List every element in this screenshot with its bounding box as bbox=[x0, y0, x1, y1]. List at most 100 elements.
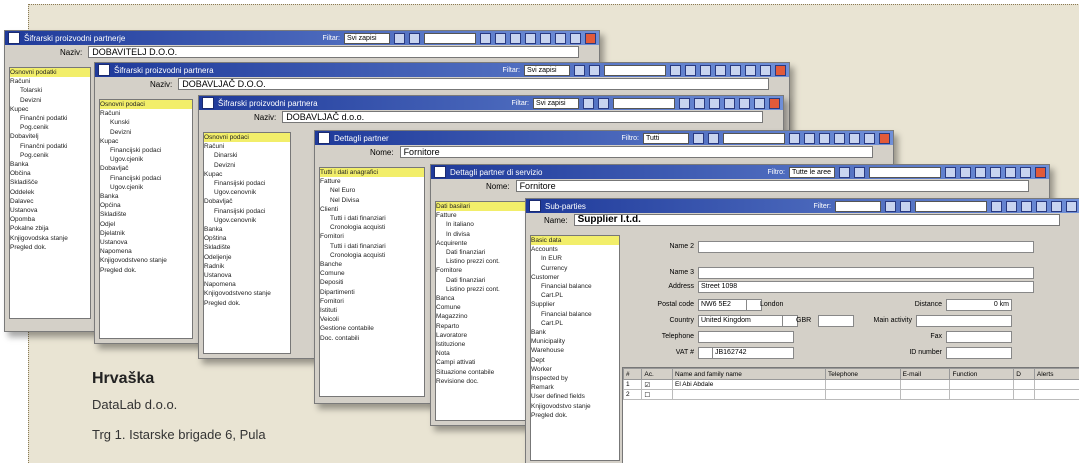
filter-select[interactable]: Svi zapisi bbox=[533, 98, 579, 109]
close-icon[interactable] bbox=[1035, 167, 1046, 178]
tree-item[interactable]: Pregled dok. bbox=[100, 266, 192, 275]
tree-item[interactable]: Customer bbox=[531, 273, 619, 282]
filter-select[interactable]: Tutti bbox=[643, 133, 689, 144]
country-code-field[interactable] bbox=[818, 315, 854, 327]
tree-item[interactable]: Acquirente bbox=[436, 239, 526, 248]
tree-item[interactable]: Campi attivati bbox=[436, 358, 526, 367]
tree-item[interactable]: Dati finanziari bbox=[436, 276, 526, 285]
nav-next-icon[interactable] bbox=[480, 33, 491, 44]
tree-item[interactable]: Skladište bbox=[204, 243, 290, 252]
nav-prev-icon[interactable] bbox=[854, 167, 865, 178]
tree-item[interactable]: Tolarski bbox=[10, 86, 90, 95]
tree-item[interactable]: Bank bbox=[531, 328, 619, 337]
contact-alerts[interactable] bbox=[1034, 380, 1079, 390]
tree-item[interactable]: Devizni bbox=[204, 161, 290, 170]
tree-item[interactable]: Dalavec bbox=[10, 197, 90, 206]
maximize-icon[interactable] bbox=[570, 33, 581, 44]
contact-email[interactable] bbox=[900, 390, 950, 400]
tree-item[interactable]: Pregled dok. bbox=[204, 299, 290, 308]
print-icon[interactable] bbox=[1036, 201, 1047, 212]
close-icon[interactable] bbox=[775, 65, 786, 76]
tree-item[interactable]: In EUR bbox=[531, 254, 619, 263]
print-icon[interactable] bbox=[834, 133, 845, 144]
tree-item[interactable]: Municipality bbox=[531, 337, 619, 346]
name-field[interactable]: Fornitore bbox=[516, 180, 1029, 192]
tree-item[interactable]: Dipartimenti bbox=[320, 288, 424, 297]
tree-item[interactable]: Warehouse bbox=[531, 346, 619, 355]
table-row[interactable]: 2 ☐ bbox=[624, 390, 1079, 400]
tree-item[interactable]: Računi bbox=[100, 109, 192, 118]
tree-item[interactable]: Pog.cenik bbox=[10, 123, 90, 132]
contact-function[interactable] bbox=[950, 390, 1014, 400]
tree-item[interactable]: Devizni bbox=[10, 96, 90, 105]
tree-item[interactable]: Currency bbox=[531, 264, 619, 273]
country-field[interactable]: United Kingdom bbox=[698, 315, 784, 327]
tree-item[interactable]: Veicoli bbox=[320, 315, 424, 324]
main-activity-select[interactable] bbox=[916, 315, 1012, 327]
id-number-field[interactable] bbox=[946, 347, 1012, 359]
distance-field[interactable]: 0 km bbox=[946, 299, 1012, 311]
maximize-icon[interactable] bbox=[760, 65, 771, 76]
tree-item[interactable]: Fornitori bbox=[320, 232, 424, 241]
refresh-icon[interactable] bbox=[1021, 201, 1032, 212]
tree-item[interactable]: Dobavljač bbox=[100, 164, 192, 173]
print-icon[interactable] bbox=[990, 167, 1001, 178]
tree-item[interactable]: Depositi bbox=[320, 278, 424, 287]
tree-item[interactable]: Gestione contabile bbox=[320, 324, 424, 333]
tree-item[interactable]: Ustanova bbox=[10, 206, 90, 215]
nav-last-icon[interactable] bbox=[1006, 201, 1017, 212]
tree-item[interactable]: Skladišče bbox=[10, 178, 90, 187]
minimize-icon[interactable] bbox=[1020, 167, 1031, 178]
tree-item[interactable]: Osnovni podaci bbox=[204, 133, 290, 142]
postal-field[interactable]: NW6 5E2 bbox=[698, 299, 748, 311]
tree-item[interactable]: Doc. contabili bbox=[320, 334, 424, 343]
tree-item[interactable]: Kupac bbox=[204, 170, 290, 179]
tree-item[interactable]: Dobavitelj bbox=[10, 132, 90, 141]
nav-prev-icon[interactable] bbox=[900, 201, 911, 212]
name-field[interactable]: Fornitore bbox=[400, 146, 873, 158]
tree-item[interactable]: Banka bbox=[10, 160, 90, 169]
refresh-icon[interactable] bbox=[700, 65, 711, 76]
tree-item[interactable]: Listino prezzi cont. bbox=[436, 257, 526, 266]
tree-item[interactable]: Finančni podatki bbox=[10, 142, 90, 151]
tree-item[interactable]: Oddelek bbox=[10, 188, 90, 197]
tree-item[interactable]: Opomba bbox=[10, 215, 90, 224]
tree-item[interactable]: Knjigovodstveno stanje bbox=[204, 289, 290, 298]
contact-d[interactable] bbox=[1014, 380, 1035, 390]
nav-prev-icon[interactable] bbox=[589, 65, 600, 76]
address-field[interactable]: Street 1098 bbox=[698, 281, 1034, 293]
tree-item[interactable]: Odeljenje bbox=[204, 253, 290, 262]
contact-telephone[interactable] bbox=[826, 380, 901, 390]
tree-item[interactable]: Dinarski bbox=[204, 151, 290, 160]
tree-item[interactable]: Ugov.cjenik bbox=[100, 155, 192, 164]
record-field[interactable] bbox=[915, 201, 987, 212]
tree-item[interactable]: Pokalne zbija bbox=[10, 224, 90, 233]
tree-item[interactable]: Finansijski podaci bbox=[204, 179, 290, 188]
nav-first-icon[interactable] bbox=[885, 201, 896, 212]
tree-item[interactable]: Fornitore bbox=[436, 266, 526, 275]
column-header[interactable]: Ac. bbox=[642, 369, 673, 380]
tree-item[interactable]: Pog.cenik bbox=[10, 151, 90, 160]
tree-item[interactable]: Odjel bbox=[100, 220, 192, 229]
tree-item[interactable]: Ugov.cenovnik bbox=[204, 216, 290, 225]
tree-item[interactable]: Računi bbox=[204, 142, 290, 151]
nav-first-icon[interactable] bbox=[583, 98, 594, 109]
tree-item[interactable]: Dobavljač bbox=[204, 197, 290, 206]
tree-item[interactable]: Reparto bbox=[436, 322, 526, 331]
contact-name[interactable] bbox=[673, 390, 826, 400]
tree-item[interactable]: Nota bbox=[436, 349, 526, 358]
tree-item[interactable]: Istituti bbox=[320, 306, 424, 315]
help-icon[interactable] bbox=[1051, 201, 1062, 212]
contact-d[interactable] bbox=[1014, 390, 1035, 400]
nav-next-icon[interactable] bbox=[991, 201, 1002, 212]
column-header[interactable]: # bbox=[624, 369, 642, 380]
refresh-icon[interactable] bbox=[510, 33, 521, 44]
name-field[interactable]: DOBAVITELJ D.O.O. bbox=[88, 46, 579, 58]
tree-item[interactable]: Skladište bbox=[100, 210, 192, 219]
nav-last-icon[interactable] bbox=[960, 167, 971, 178]
active-checkbox[interactable]: ☐ bbox=[642, 390, 673, 400]
tree-item[interactable]: Fatture bbox=[436, 211, 526, 220]
contact-function[interactable] bbox=[950, 380, 1014, 390]
print-icon[interactable] bbox=[715, 65, 726, 76]
tree-item[interactable]: Tutti i dati finanziari bbox=[320, 242, 424, 251]
